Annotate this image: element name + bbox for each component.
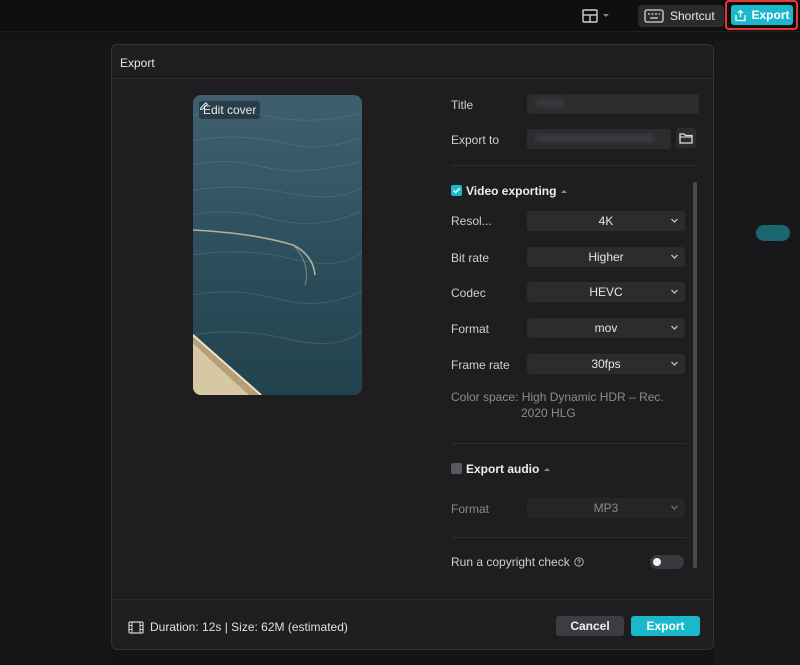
color-space-info: Color space: High Dynamic HDR – Rec. 202… [451, 389, 681, 421]
title-label: Title [451, 98, 474, 112]
background-left-panel [0, 40, 110, 665]
cover-preview[interactable]: Edit cover [193, 95, 362, 395]
edit-cover-button[interactable]: Edit cover [199, 101, 261, 119]
export-top-button[interactable]: Export [731, 5, 793, 25]
scrollbar-thumb[interactable] [693, 182, 697, 568]
background-pill [756, 225, 790, 241]
copyright-toggle[interactable] [650, 555, 684, 569]
title-input[interactable] [527, 94, 699, 114]
frame-rate-select[interactable]: 30fps [527, 354, 685, 374]
export-button[interactable]: Export [631, 616, 700, 636]
folder-icon [679, 133, 693, 144]
bit-rate-label: Bit rate [451, 251, 490, 265]
check-icon [452, 187, 461, 194]
layout-button[interactable] [582, 6, 618, 26]
divider-bottom [451, 537, 686, 538]
chevron-down-icon [671, 325, 678, 330]
help-circle-icon[interactable] [574, 557, 584, 567]
duration-size-text: Duration: 12s | Size: 62M (estimated) [150, 620, 348, 634]
color-space-line1: Color space: High Dynamic HDR – Rec. [451, 390, 664, 404]
title-blurred-text [535, 99, 565, 107]
frame-rate-label: Frame rate [451, 358, 510, 372]
chevron-up-icon [561, 190, 568, 193]
video-section-header[interactable]: Video exporting [466, 184, 568, 198]
export-estimate: Duration: 12s | Size: 62M (estimated) [128, 620, 348, 634]
background-right-panel [714, 40, 800, 665]
color-space-line2: 2020 HLG [521, 406, 576, 420]
chevron-up-icon [544, 468, 551, 471]
film-icon [128, 620, 144, 634]
video-export-checkbox[interactable] [451, 185, 462, 196]
chevron-down-icon [671, 289, 678, 294]
audio-format-label: Format [451, 502, 490, 516]
divider-middle [451, 443, 686, 444]
resolution-label: Resol... [451, 214, 492, 228]
resolution-value: 4K [598, 214, 614, 228]
audio-format-select[interactable]: MP3 [527, 498, 685, 518]
dialog-title: Export [112, 45, 713, 79]
water-image [193, 111, 362, 395]
export-top-label: Export [751, 8, 790, 22]
codec-select[interactable]: HEVC [527, 282, 685, 302]
format-select[interactable]: mov [527, 318, 685, 338]
settings-scrollbar[interactable] [693, 182, 697, 568]
audio-export-checkbox[interactable] [451, 463, 462, 474]
copyright-check-row: Run a copyright check [451, 555, 584, 569]
audio-section-label: Export audio [466, 462, 540, 476]
dialog-footer: Duration: 12s | Size: 62M (estimated) Ca… [112, 599, 713, 650]
shortcut-button[interactable]: Shortcut [638, 5, 724, 27]
pencil-icon [199, 101, 209, 111]
copyright-label: Run a copyright check [451, 555, 570, 569]
format-label: Format [451, 322, 490, 336]
divider-top [451, 165, 696, 166]
cancel-button[interactable]: Cancel [556, 616, 624, 636]
browse-folder-button[interactable] [676, 128, 696, 148]
chevron-down-icon [603, 14, 609, 17]
layout-grid-icon [582, 9, 598, 23]
edit-cover-label: Edit cover [203, 103, 257, 117]
bit-rate-select[interactable]: Higher [527, 247, 685, 267]
chevron-down-icon [671, 361, 678, 366]
resolution-select[interactable]: 4K [527, 211, 685, 231]
export-dialog: Export Edit cover Title Export to Video … [111, 44, 714, 650]
export-path-blurred-text [535, 134, 655, 142]
keyboard-icon [644, 9, 664, 23]
chevron-down-icon [671, 505, 678, 510]
top-toolbar: Shortcut Export [0, 0, 800, 32]
upload-icon [735, 9, 747, 21]
frame-rate-value: 30fps [591, 357, 621, 371]
format-value: mov [594, 321, 618, 335]
chevron-down-icon [671, 254, 678, 259]
codec-label: Codec [451, 286, 486, 300]
export-to-label: Export to [451, 133, 500, 147]
video-section-label: Video exporting [466, 184, 557, 198]
codec-value: HEVC [589, 285, 623, 299]
export-to-input[interactable] [527, 129, 671, 149]
shortcut-label: Shortcut [670, 9, 715, 23]
audio-format-value: MP3 [593, 501, 619, 515]
toggle-knob [653, 558, 661, 566]
export-highlight-box: Export [725, 0, 798, 30]
bit-rate-value: Higher [588, 250, 624, 264]
chevron-down-icon [671, 218, 678, 223]
audio-section-header[interactable]: Export audio [466, 462, 551, 476]
